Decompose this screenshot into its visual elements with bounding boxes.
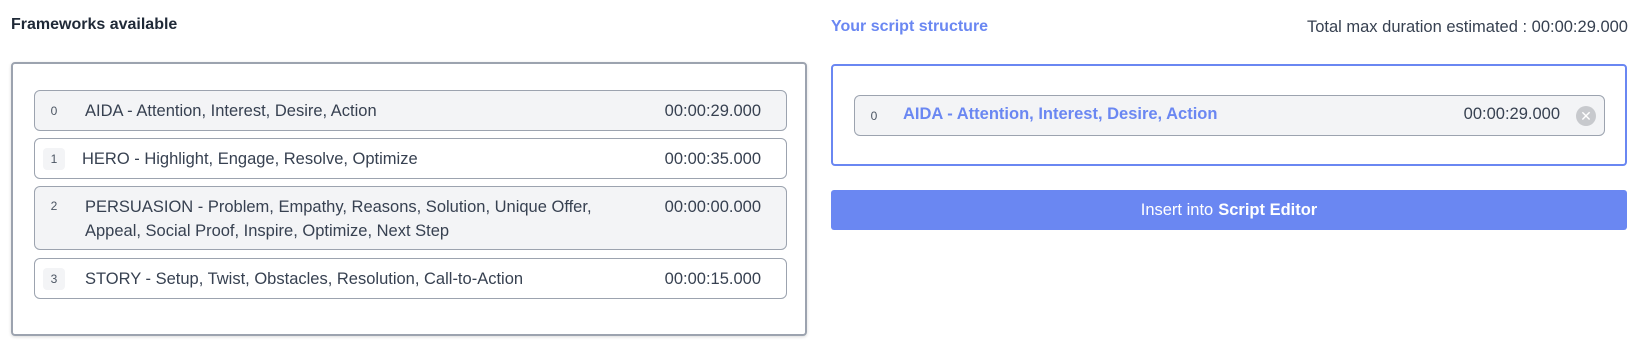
framework-item-hero[interactable]: 1 HERO - Highlight, Engage, Resolve, Opt…	[34, 138, 787, 179]
framework-duration: 00:00:29.000	[664, 102, 761, 120]
framework-duration: 00:00:35.000	[664, 150, 761, 168]
framework-name: STORY - Setup, Twist, Obstacles, Resolut…	[85, 270, 524, 288]
script-structure-title: Your script structure	[831, 18, 989, 35]
framework-name: PERSUASION - Problem, Empathy, Reasons, …	[85, 195, 592, 243]
selected-framework-duration: 00:00:29.000	[1463, 105, 1560, 123]
framework-name: AIDA - Attention, Interest, Desire, Acti…	[85, 102, 377, 120]
framework-item-story[interactable]: 3 STORY - Setup, Twist, Obstacles, Resol…	[34, 258, 787, 299]
total-duration-label: Total max duration estimated : 00:00:29.…	[1306, 18, 1628, 36]
insert-into-script-editor-button[interactable]: Insert into Script Editor	[831, 190, 1627, 230]
selected-framework-index: 0	[870, 109, 878, 123]
frameworks-panel: 0 AIDA - Attention, Interest, Desire, Ac…	[11, 62, 807, 336]
close-circle-icon[interactable]: ✕	[1576, 106, 1596, 126]
framework-index: 3	[43, 268, 65, 290]
selected-framework-item[interactable]: 0 AIDA - Attention, Interest, Desire, Ac…	[854, 95, 1605, 136]
framework-item-persuasion[interactable]: 2 PERSUASION - Problem, Empathy, Reasons…	[34, 186, 787, 250]
framework-name-line2: Appeal, Social Proof, Inspire, Optimize,…	[85, 222, 450, 240]
framework-duration: 00:00:15.000	[664, 270, 761, 288]
framework-name-line1: PERSUASION - Problem, Empathy, Reasons, …	[85, 198, 592, 216]
frameworks-title: Frameworks available	[11, 16, 178, 33]
selected-framework-name: AIDA - Attention, Interest, Desire, Acti…	[903, 105, 1218, 123]
insert-button-target: Script Editor	[1218, 200, 1318, 219]
insert-button-prefix: Insert into	[1140, 200, 1214, 219]
framework-duration: 00:00:00.000	[664, 198, 761, 216]
framework-index: 1	[43, 148, 65, 170]
framework-name: HERO - Highlight, Engage, Resolve, Optim…	[82, 150, 418, 168]
script-structure-panel: 0 AIDA - Attention, Interest, Desire, Ac…	[831, 64, 1627, 166]
framework-index: 2	[50, 199, 58, 213]
framework-item-aida[interactable]: 0 AIDA - Attention, Interest, Desire, Ac…	[34, 90, 787, 131]
framework-index: 0	[50, 104, 58, 118]
